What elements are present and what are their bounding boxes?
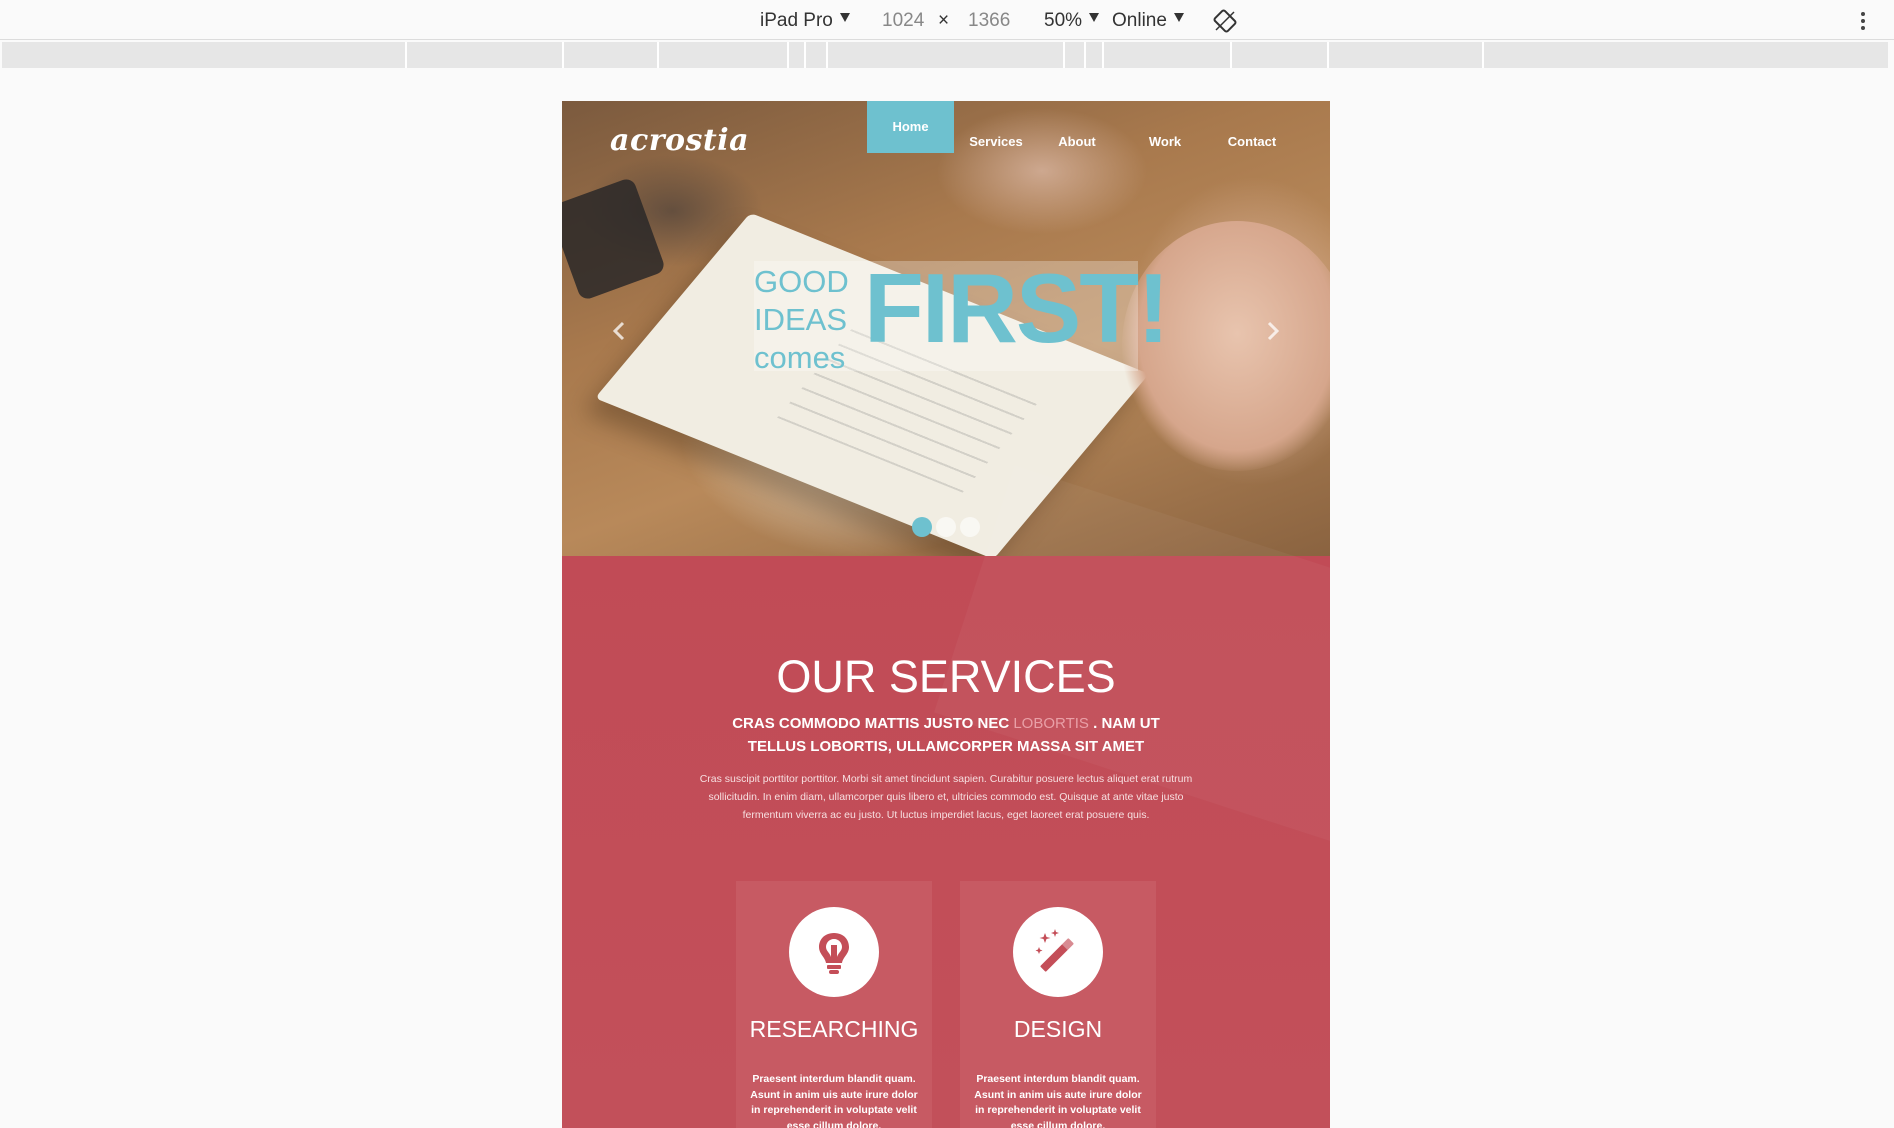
network-value: Online <box>1112 10 1167 31</box>
network-throttle-select[interactable]: Online <box>1112 10 1184 32</box>
slider-dot[interactable] <box>912 517 932 537</box>
nav-item-services[interactable]: Services <box>960 101 1032 153</box>
services-section: OUR SERVICES CRAS COMMODO MATTIS JUSTO N… <box>562 556 1330 1128</box>
media-query-segment[interactable] <box>804 42 806 68</box>
lightbulb-icon <box>819 933 849 974</box>
nav-item-home[interactable]: Home <box>867 101 954 153</box>
media-query-segment[interactable] <box>1084 42 1086 68</box>
rotate-icon[interactable] <box>1213 9 1237 33</box>
hero-tagline: GOOD IDEAS comes FIRST! <box>754 255 1170 375</box>
media-query-segment[interactable] <box>787 42 789 68</box>
nav-item-contact[interactable]: Contact <box>1212 101 1292 153</box>
tagline-small: GOOD IDEAS comes <box>754 263 849 377</box>
media-query-segment[interactable] <box>1102 42 1104 68</box>
media-query-segment[interactable] <box>1327 42 1329 68</box>
hero-slider: acrostia Home Services About Work Contac… <box>562 101 1330 556</box>
service-card-title: RESEARCHING <box>749 1016 919 1042</box>
media-query-segment[interactable] <box>1230 42 1232 68</box>
width-input[interactable]: 1024 <box>882 10 924 32</box>
media-query-segment[interactable] <box>562 42 564 68</box>
slider-dot[interactable] <box>936 517 956 537</box>
chevron-down-icon <box>1089 13 1100 22</box>
services-subtitle-part-1: CRAS COMMODO MATTIS JUSTO NEC <box>732 715 1014 732</box>
slider-prev-icon[interactable] <box>612 319 626 343</box>
chevron-down-icon <box>839 13 850 22</box>
media-query-segment[interactable] <box>405 42 407 68</box>
services-subtitle-highlight[interactable]: LOBORTIS <box>1013 715 1089 732</box>
device-toolbar: iPad Pro 1024 × 1366 50% Online <box>0 0 1894 40</box>
slider-dot[interactable] <box>960 517 980 537</box>
media-query-segment[interactable] <box>1063 42 1065 68</box>
magic-wand-icon <box>1035 929 1074 972</box>
slider-next-icon[interactable] <box>1266 319 1280 343</box>
site-logo[interactable]: acrostia <box>610 123 749 158</box>
nav-item-work[interactable]: Work <box>1129 101 1201 153</box>
service-icon-circle <box>789 907 879 997</box>
zoom-select[interactable]: 50% <box>1044 10 1100 32</box>
service-card-text: Praesent interdum blandit quam. Asunt in… <box>974 1073 1142 1128</box>
height-input[interactable]: 1366 <box>968 10 1010 32</box>
more-options-icon[interactable] <box>1858 10 1868 32</box>
chevron-down-icon <box>1173 13 1184 22</box>
dimension-separator: × <box>938 10 950 31</box>
tagline-big: FIRST! <box>864 253 1170 363</box>
service-card-title: DESIGN <box>1013 1016 1103 1042</box>
media-query-bar[interactable] <box>2 42 1888 68</box>
service-card-text: Praesent interdum blandit quam. Asunt in… <box>750 1073 918 1128</box>
service-icon-circle <box>1013 907 1103 997</box>
tagline-line-2: IDEAS <box>754 302 848 337</box>
tagline-line-3: comes <box>754 340 846 375</box>
device-name: iPad Pro <box>760 10 833 31</box>
zoom-value: 50% <box>1044 10 1083 31</box>
services-subtitle: CRAS COMMODO MATTIS JUSTO NEC LOBORTIS .… <box>706 712 1186 758</box>
service-card-researching[interactable]: RESEARCHING Praesent interdum blandit qu… <box>736 881 932 1128</box>
hero-photo-phone <box>562 176 667 302</box>
tagline-line-1: GOOD <box>754 264 849 299</box>
media-query-segment[interactable] <box>826 42 828 68</box>
media-query-segment[interactable] <box>657 42 659 68</box>
device-select[interactable]: iPad Pro <box>760 10 850 32</box>
device-viewport: acrostia Home Services About Work Contac… <box>562 101 1330 1128</box>
services-title: OUR SERVICES <box>776 651 1116 702</box>
media-query-segment[interactable] <box>1482 42 1484 68</box>
services-description: Cras suscipit porttitor porttitor. Morbi… <box>699 773 1193 821</box>
nav-item-about[interactable]: About <box>1041 101 1113 153</box>
service-card-design[interactable]: DESIGN Praesent interdum blandit quam. A… <box>960 881 1156 1128</box>
